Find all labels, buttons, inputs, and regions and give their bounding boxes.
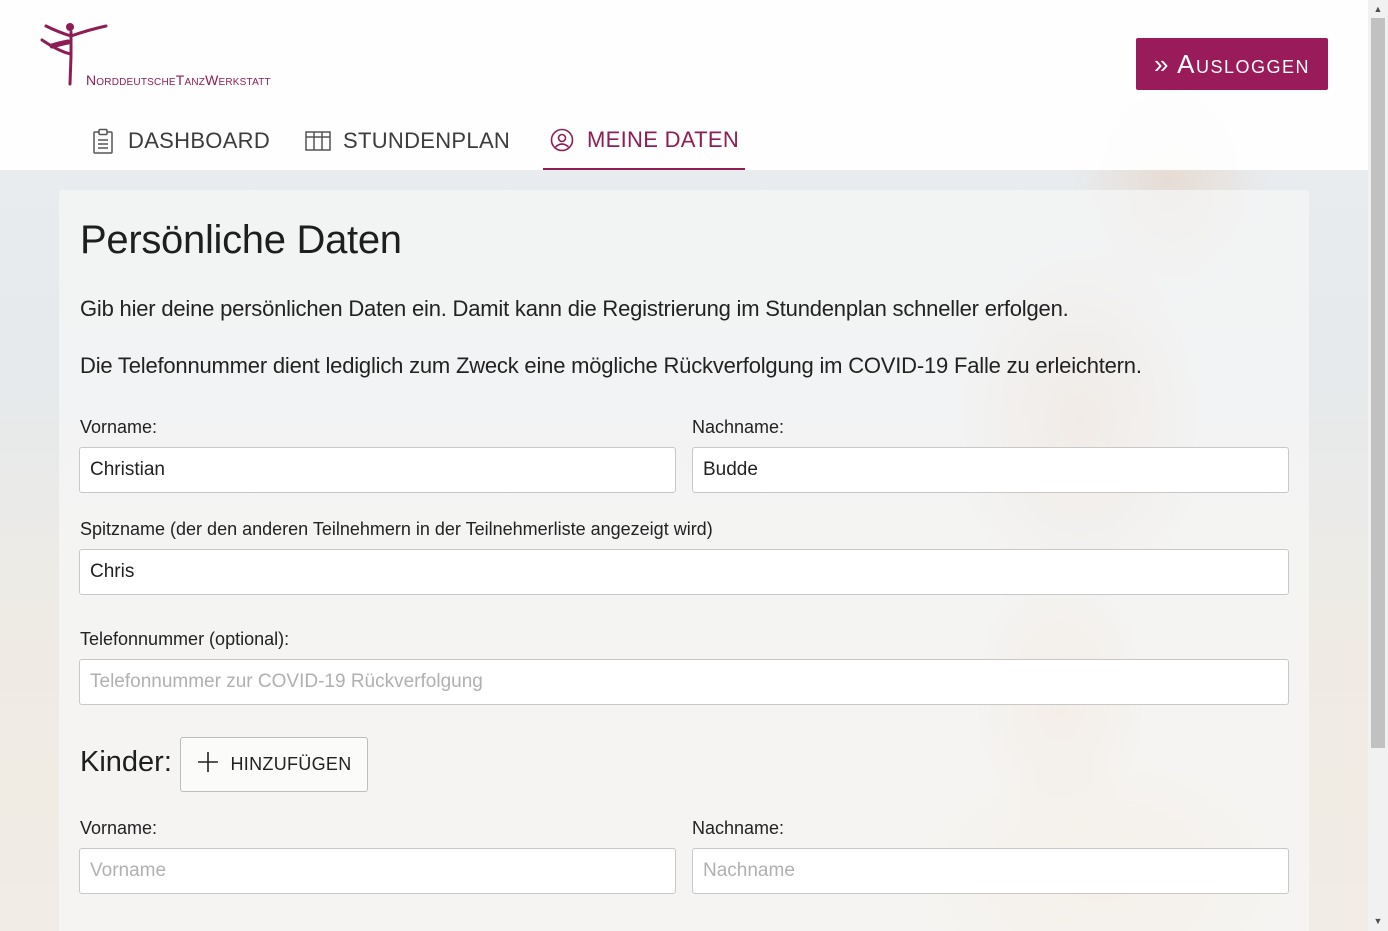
add-child-label: HINZUFÜGEN	[230, 754, 352, 774]
logo[interactable]: NorddeutscheTanzWerkstatt	[38, 18, 328, 92]
vorname-field[interactable]	[79, 447, 676, 493]
spitzname-field[interactable]	[79, 549, 1289, 595]
nachname-label: Nachname:	[692, 417, 785, 437]
scrollbar-thumb[interactable]	[1371, 18, 1385, 748]
tab-stundenplan[interactable]: STUNDENPLAN	[305, 112, 510, 170]
vorname-label: Vorname:	[80, 417, 158, 437]
brand-name-part2: Werkstatt	[205, 72, 271, 88]
nachname-field[interactable]	[692, 447, 1289, 493]
add-child-button[interactable]: HINZUFÜGEN	[180, 737, 368, 792]
child-nachname-field[interactable]	[692, 848, 1289, 894]
scroll-down-icon[interactable]: ▼	[1368, 912, 1388, 929]
tab-dashboard-label: DASHBOARD	[128, 128, 271, 153]
clipboard-icon	[90, 128, 116, 154]
scroll-up-icon[interactable]: ▲	[1368, 0, 1388, 17]
covid-note: Die Telefonnummer dient lediglich zum Zw…	[80, 353, 1142, 378]
child-vorname-label: Vorname:	[80, 818, 158, 838]
child-vorname-field[interactable]	[79, 848, 676, 894]
main-nav: DASHBOARD STUNDENPLAN MEINE DATEN	[0, 112, 900, 170]
plus-icon	[197, 751, 219, 778]
tab-meine-daten-label: MEINE DATEN	[587, 127, 740, 152]
kinder-label: Kinder:	[80, 746, 172, 778]
page-title: Persönliche Daten	[80, 218, 402, 262]
logout-button[interactable]: » Ausloggen	[1136, 38, 1328, 90]
brand-name-part1: NorddeutscheTanz	[86, 72, 206, 88]
spitzname-label: Spitzname (der den anderen Teilnehmern i…	[80, 519, 713, 539]
brand-name: NorddeutscheTanzWerkstatt	[86, 72, 271, 88]
child-nachname-label: Nachname:	[692, 818, 785, 838]
intro-text: Gib hier deine persönlichen Daten ein. D…	[80, 296, 1069, 321]
tab-stundenplan-label: STUNDENPLAN	[343, 128, 511, 153]
telefon-label: Telefonnummer (optional):	[80, 629, 290, 649]
user-circle-icon	[549, 127, 575, 153]
tab-meine-daten[interactable]: MEINE DATEN	[543, 112, 746, 170]
tab-dashboard[interactable]: DASHBOARD	[90, 112, 270, 170]
telefon-field[interactable]	[79, 659, 1289, 705]
vertical-scrollbar[interactable]: ▲ ▼	[1368, 0, 1388, 931]
table-icon	[305, 128, 331, 154]
header: NorddeutscheTanzWerkstatt » Ausloggen DA…	[0, 0, 1368, 170]
